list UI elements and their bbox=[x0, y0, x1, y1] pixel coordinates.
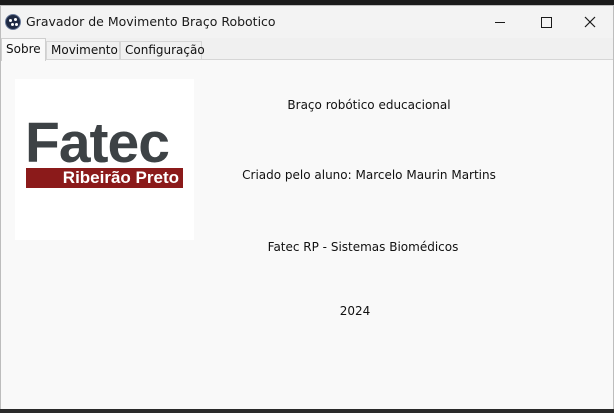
minimize-icon bbox=[495, 21, 505, 23]
minimize-button[interactable] bbox=[477, 6, 523, 38]
year-label: 2024 bbox=[339, 304, 371, 318]
logo-sub-text: Ribeirão Preto bbox=[26, 168, 183, 188]
app-window: Gravador de Movimento Braço Robotico Sob… bbox=[0, 5, 614, 409]
close-button[interactable] bbox=[567, 6, 613, 38]
close-icon bbox=[584, 16, 596, 28]
about-panel: Fatec Ribeirão Preto Braço robótico educ… bbox=[1, 59, 613, 409]
author-label: Criado pelo aluno: Marcelo Maurin Martin… bbox=[242, 168, 496, 182]
fatec-logo: Fatec Ribeirão Preto bbox=[15, 79, 194, 240]
title-bar[interactable]: Gravador de Movimento Braço Robotico bbox=[1, 6, 613, 38]
tab-sobre[interactable]: Sobre bbox=[1, 38, 46, 61]
maximize-button[interactable] bbox=[523, 6, 569, 38]
app-icon bbox=[5, 14, 21, 30]
window-title: Gravador de Movimento Braço Robotico bbox=[26, 14, 276, 29]
institution-label: Fatec RP - Sistemas Biomédicos bbox=[267, 240, 459, 254]
logo-main-text: Fatec bbox=[25, 111, 170, 175]
tab-movimento[interactable]: Movimento bbox=[46, 41, 120, 59]
desktop-strip-bottom bbox=[0, 409, 614, 413]
maximize-icon bbox=[540, 16, 552, 28]
tab-bar: Sobre Movimento Configuração bbox=[1, 38, 613, 61]
description-label: Braço robótico educacional bbox=[287, 98, 451, 112]
tab-configuracao[interactable]: Configuração bbox=[120, 41, 205, 59]
